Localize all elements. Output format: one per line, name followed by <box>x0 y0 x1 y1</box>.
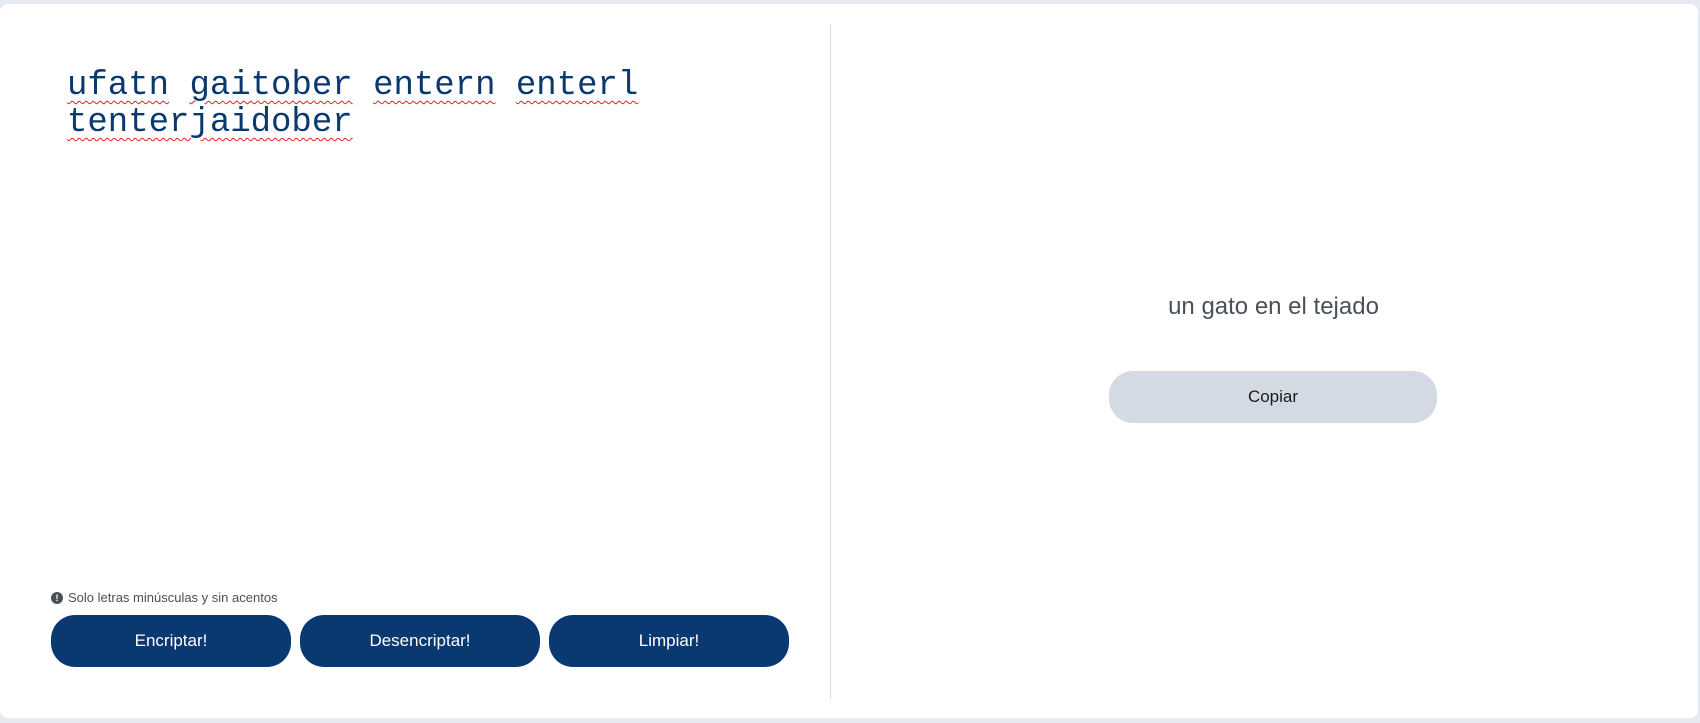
output-panel: un gato en el tejado Copiar <box>831 4 1698 718</box>
copy-button[interactable]: Copiar <box>1109 371 1437 423</box>
exclamation-circle-icon: ! <box>51 591 63 604</box>
output-text: un gato en el tejado <box>1168 293 1379 320</box>
input-hint: ! Solo letras minúsculas y sin acentos <box>51 590 278 605</box>
input-word: gaitober <box>189 67 353 105</box>
clear-button[interactable]: Limpiar! <box>549 615 789 667</box>
encrypt-button[interactable]: Encriptar! <box>51 615 291 667</box>
decrypt-button[interactable]: Desencriptar! <box>300 615 540 667</box>
input-word: enterl <box>515 67 639 105</box>
input-word: ufatn <box>67 67 170 105</box>
input-word: entern <box>373 67 496 105</box>
input-textarea[interactable]: ufatn gaitober entern enterl tenterjaido… <box>67 68 767 142</box>
hint-text: Solo letras minúsculas y sin acentos <box>68 590 278 605</box>
input-panel: ufatn gaitober entern enterl tenterjaido… <box>0 4 830 718</box>
input-word: tenterjaidober <box>67 104 353 142</box>
app-card: ufatn gaitober entern enterl tenterjaido… <box>0 4 1698 718</box>
